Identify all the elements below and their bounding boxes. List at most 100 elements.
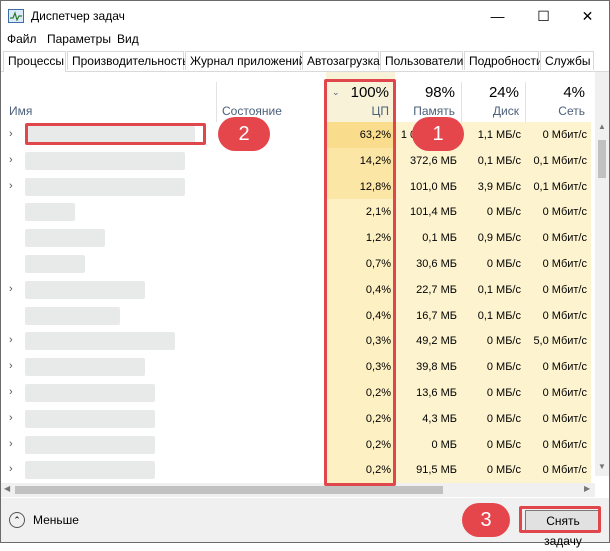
highlight-end-task	[519, 506, 601, 533]
process-name-obscured	[25, 255, 85, 273]
column-header-name[interactable]: Имя	[1, 72, 216, 122]
scroll-down-icon[interactable]: ▼	[598, 462, 606, 471]
process-name-obscured	[25, 203, 75, 222]
expand-chevron-icon[interactable]: ›	[9, 438, 13, 450]
scroll-left-icon[interactable]: ◀	[4, 484, 10, 493]
cell-mem: 49,2 МБ	[395, 328, 461, 355]
cell-net: 0 Мбит/с	[525, 225, 591, 252]
table-row[interactable]: › 0,2% 91,5 МБ 0 МБ/с 0 Мбит/с	[1, 457, 597, 484]
network-label: Сеть	[558, 104, 585, 118]
title-bar: Диспетчер задач — ☐ ✕	[1, 1, 609, 31]
cell-disk: 3,9 МБ/с	[461, 173, 525, 200]
table-row[interactable]: 0,4% 16,7 МБ 0,1 МБ/с 0 Мбит/с	[1, 302, 597, 329]
tab-services[interactable]: Службы	[540, 51, 594, 70]
horizontal-scrollbar[interactable]: ◀ ▶	[1, 483, 595, 497]
scroll-up-icon[interactable]: ▲	[598, 122, 606, 131]
table-row[interactable]: › 12,8% 101,0 МБ 3,9 МБ/с 0,1 Мбит/с	[1, 173, 597, 200]
task-manager-icon	[8, 9, 24, 23]
cell-mem: 372,6 МБ	[395, 147, 461, 174]
tab-app-history[interactable]: Журнал приложений	[185, 51, 305, 70]
cell-net: 0 Мбит/с	[525, 122, 591, 148]
cell-net: 5,0 Мбит/с	[525, 328, 591, 355]
process-name-obscured	[25, 384, 155, 402]
tab-startup[interactable]: Автозагрузка	[302, 51, 380, 70]
table-row[interactable]: › 0,2% 13,6 МБ 0 МБ/с 0 Мбит/с	[1, 380, 597, 406]
expand-chevron-icon[interactable]: ›	[9, 128, 13, 140]
cell-net: 0,1 Мбит/с	[525, 147, 591, 174]
expand-chevron-icon[interactable]: ›	[9, 180, 13, 192]
menu-options[interactable]: Параметры	[47, 32, 111, 46]
cell-net: 0 Мбит/с	[525, 457, 591, 484]
process-name-obscured	[25, 461, 155, 480]
process-name-obscured	[25, 332, 175, 351]
window-title: Диспетчер задач	[31, 9, 125, 23]
minimize-button[interactable]: —	[475, 1, 520, 31]
table-row[interactable]: › 14,2% 372,6 МБ 0,1 МБ/с 0,1 Мбит/с	[1, 147, 597, 174]
cell-mem: 101,4 МБ	[395, 199, 461, 226]
expand-chevron-icon[interactable]: ›	[9, 386, 13, 398]
vertical-scrollbar[interactable]: ▲ ▼	[595, 72, 609, 476]
callout-3: 3	[462, 503, 510, 537]
column-header-memory[interactable]: 98% Память	[395, 72, 461, 122]
close-button[interactable]: ✕	[565, 1, 610, 31]
cell-disk: 0 МБ/с	[461, 354, 525, 381]
cell-net: 0 Мбит/с	[525, 302, 591, 329]
table-row[interactable]: › 0,4% 22,7 МБ 0,1 МБ/с 0 Мбит/с	[1, 276, 597, 303]
menu-view[interactable]: Вид	[117, 32, 139, 46]
table-row[interactable]: › 0,3% 49,2 МБ 0 МБ/с 5,0 Мбит/с	[1, 328, 597, 355]
scroll-right-icon[interactable]: ▶	[584, 484, 590, 493]
expand-chevron-icon[interactable]: ›	[9, 463, 13, 475]
cell-net: 0 Мбит/с	[525, 431, 591, 458]
table-row[interactable]: 2,1% 101,4 МБ 0 МБ/с 0 Мбит/с	[1, 199, 597, 226]
cell-disk: 0,1 МБ/с	[461, 302, 525, 329]
process-name-obscured	[25, 177, 185, 196]
cell-net: 0 Мбит/с	[525, 405, 591, 432]
expand-chevron-icon[interactable]: ›	[9, 154, 13, 166]
expand-chevron-icon[interactable]: ›	[9, 412, 13, 424]
maximize-button[interactable]: ☐	[521, 1, 566, 31]
column-label-state: Состояние	[222, 104, 282, 118]
column-label-name: Имя	[9, 104, 33, 118]
task-manager-window: Диспетчер задач — ☐ ✕ Файл Параметры Вид…	[0, 0, 610, 548]
cell-mem: 0 МБ	[395, 431, 461, 458]
table-row[interactable]: › 0,3% 39,8 МБ 0 МБ/с 0 Мбит/с	[1, 354, 597, 381]
menu-file[interactable]: Файл	[7, 32, 37, 46]
cell-disk: 0 МБ/с	[461, 405, 525, 432]
process-name-obscured	[25, 435, 155, 454]
cell-mem: 16,7 МБ	[395, 302, 461, 329]
cell-mem: 13,6 МБ	[395, 380, 461, 406]
table-row[interactable]: › 0,2% 4,3 МБ 0 МБ/с 0 Мбит/с	[1, 405, 597, 432]
expand-chevron-icon[interactable]: ›	[9, 283, 13, 295]
cell-disk: 0 МБ/с	[461, 380, 525, 406]
column-header-network[interactable]: 4% Сеть	[525, 72, 591, 122]
disk-total: 24%	[488, 84, 519, 101]
table-row[interactable]: 0,7% 30,6 МБ 0 МБ/с 0 Мбит/с	[1, 251, 597, 277]
expand-chevron-icon[interactable]: ›	[9, 360, 13, 372]
tab-strip: Процессы Производительность Журнал прило…	[1, 51, 609, 72]
cell-mem: 101,0 МБ	[395, 173, 461, 200]
tab-details[interactable]: Подробности	[464, 51, 543, 70]
cell-disk: 0 МБ/с	[461, 431, 525, 458]
fewer-details-link[interactable]: Меньше	[33, 513, 79, 527]
cell-mem: 39,8 МБ	[395, 354, 461, 381]
network-total: 4%	[563, 84, 585, 101]
cell-disk: 0,1 МБ/с	[461, 147, 525, 174]
cell-mem: 30,6 МБ	[395, 251, 461, 277]
column-header-disk[interactable]: 24% Диск	[461, 72, 525, 122]
tab-processes[interactable]: Процессы	[3, 51, 66, 72]
column-header-state[interactable]: Состояние	[217, 72, 326, 122]
process-name-obscured	[25, 306, 120, 325]
table-row[interactable]: 1,2% 0,1 МБ 0,9 МБ/с 0 Мбит/с	[1, 225, 597, 252]
vertical-scroll-thumb[interactable]	[598, 140, 606, 178]
cell-disk: 1,1 МБ/с	[461, 122, 525, 148]
collapse-up-icon[interactable]: ⌃	[9, 512, 25, 528]
cell-net: 0 Мбит/с	[525, 380, 591, 406]
table-row[interactable]: › 0,2% 0 МБ 0 МБ/с 0 Мбит/с	[1, 431, 597, 458]
tab-users[interactable]: Пользователи	[380, 51, 463, 70]
tab-performance[interactable]: Производительность	[67, 51, 188, 70]
expand-chevron-icon[interactable]: ›	[9, 334, 13, 346]
menu-bar: Файл Параметры Вид	[1, 31, 609, 49]
cell-disk: 0 МБ/с	[461, 251, 525, 277]
cell-net: 0 Мбит/с	[525, 251, 591, 277]
horizontal-scroll-thumb[interactable]	[15, 486, 443, 494]
